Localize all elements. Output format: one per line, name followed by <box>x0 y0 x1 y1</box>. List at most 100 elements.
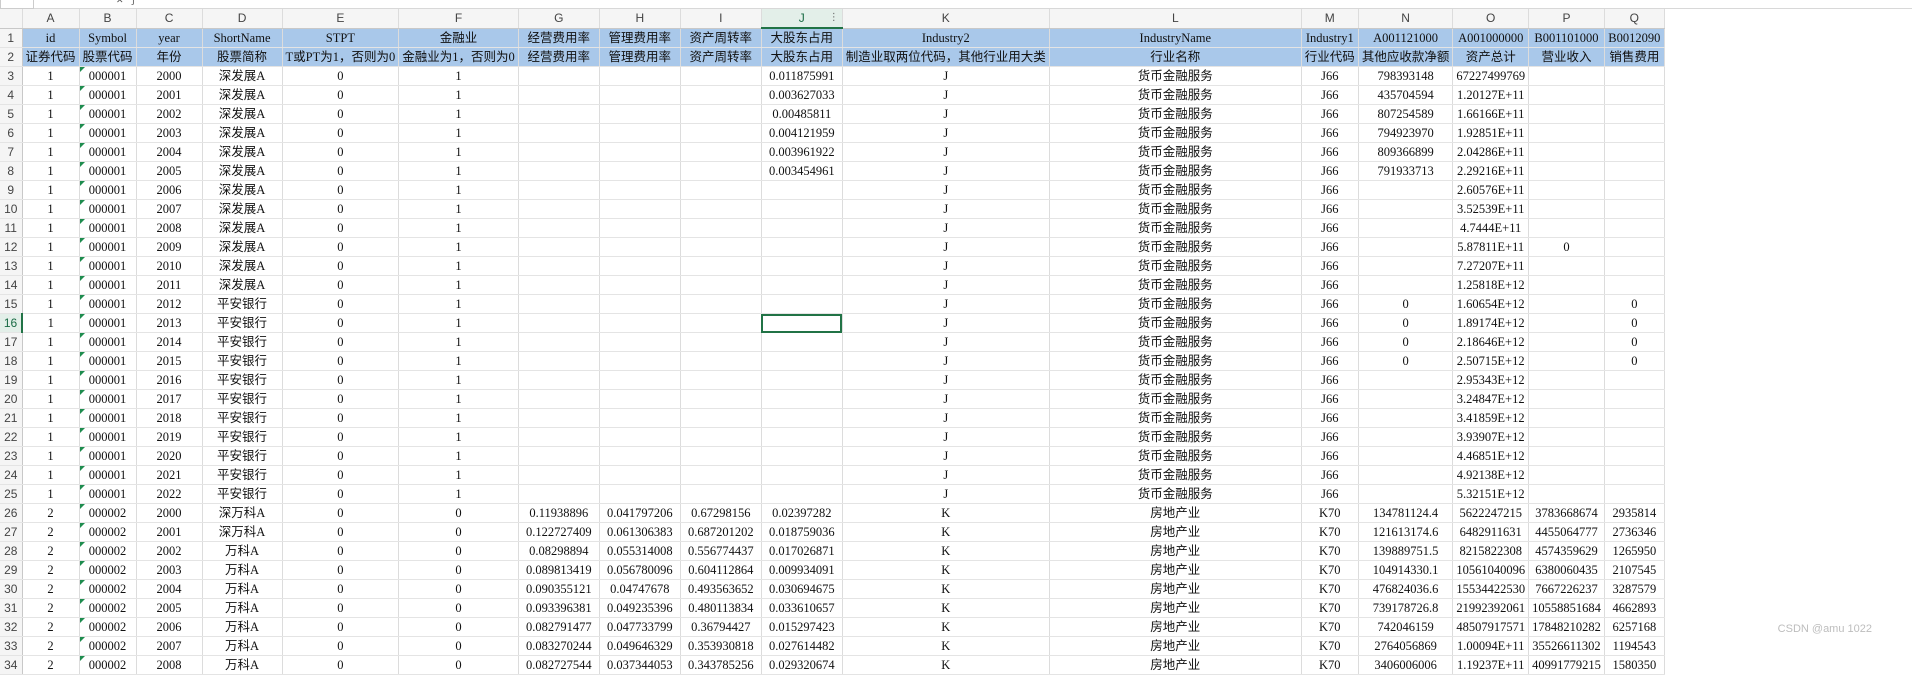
row-number[interactable]: 29 <box>0 560 23 580</box>
cell-J16[interactable] <box>761 313 843 333</box>
cell-O13[interactable]: 7.27207E+11 <box>1452 256 1530 276</box>
cell-B28[interactable]: 000002 <box>79 541 137 561</box>
cell-H26[interactable]: 0.041797206 <box>599 503 681 523</box>
cell-P34[interactable]: 40991779215 <box>1528 655 1605 675</box>
cell-P16[interactable] <box>1528 313 1605 333</box>
cell-L14[interactable]: 货币金融服务 <box>1049 275 1302 295</box>
cell-I14[interactable] <box>680 275 762 295</box>
cell-P30[interactable]: 7667226237 <box>1528 579 1605 599</box>
cell-M30[interactable]: K70 <box>1301 579 1359 599</box>
cell-H23[interactable] <box>599 446 681 466</box>
cell-D34[interactable]: 万科A <box>202 655 283 675</box>
cell-D30[interactable]: 万科A <box>202 579 283 599</box>
cell-L15[interactable]: 货币金融服务 <box>1049 294 1302 314</box>
cell-C21[interactable]: 2018 <box>136 408 203 428</box>
cell-E21[interactable]: 0 <box>282 408 400 428</box>
cell-N22[interactable] <box>1358 427 1454 447</box>
cell-I18[interactable] <box>680 351 762 371</box>
cell-P14[interactable] <box>1528 275 1605 295</box>
cell-D10[interactable]: 深发展A <box>202 199 283 219</box>
cell-J2[interactable]: 大股东占用 <box>761 47 843 67</box>
cell-I32[interactable]: 0.36794427 <box>680 617 762 637</box>
cell-B26[interactable]: 000002 <box>79 503 137 523</box>
cell-K15[interactable]: J <box>842 294 1050 314</box>
cell-L9[interactable]: 货币金融服务 <box>1049 180 1302 200</box>
cell-A14[interactable]: 1 <box>22 275 80 295</box>
cell-L29[interactable]: 房地产业 <box>1049 560 1302 580</box>
cell-P32[interactable]: 17848210282 <box>1528 617 1605 637</box>
row-number[interactable]: 16 <box>0 313 23 333</box>
cell-M29[interactable]: K70 <box>1301 560 1359 580</box>
row-number[interactable]: 7 <box>0 142 23 162</box>
cell-N26[interactable]: 134781124.4 <box>1358 503 1454 523</box>
cell-N4[interactable]: 435704594 <box>1358 85 1454 105</box>
cell-B18[interactable]: 000001 <box>79 351 137 371</box>
cell-O23[interactable]: 4.46851E+12 <box>1452 446 1530 466</box>
cell-L11[interactable]: 货币金融服务 <box>1049 218 1302 238</box>
cell-G33[interactable]: 0.083270244 <box>518 636 600 656</box>
cell-N16[interactable]: 0 <box>1358 313 1454 333</box>
cell-J25[interactable] <box>761 484 843 504</box>
cell-Q18[interactable]: 0 <box>1604 351 1665 371</box>
cell-L7[interactable]: 货币金融服务 <box>1049 142 1302 162</box>
cell-Q16[interactable]: 0 <box>1604 313 1665 333</box>
cell-D4[interactable]: 深发展A <box>202 85 283 105</box>
cell-N32[interactable]: 742046159 <box>1358 617 1454 637</box>
cell-O16[interactable]: 1.89174E+12 <box>1452 313 1530 333</box>
select-all-corner[interactable] <box>0 9 23 29</box>
cell-L28[interactable]: 房地产业 <box>1049 541 1302 561</box>
cell-N3[interactable]: 798393148 <box>1358 66 1454 86</box>
cell-K13[interactable]: J <box>842 256 1050 276</box>
cell-A11[interactable]: 1 <box>22 218 80 238</box>
name-box[interactable] <box>0 0 34 9</box>
cell-Q32[interactable]: 6257168 <box>1604 617 1665 637</box>
cell-G13[interactable] <box>518 256 600 276</box>
cell-C5[interactable]: 2002 <box>136 104 203 124</box>
cell-A12[interactable]: 1 <box>22 237 80 257</box>
cell-H3[interactable] <box>599 66 681 86</box>
cell-B32[interactable]: 000002 <box>79 617 137 637</box>
row-number[interactable]: 9 <box>0 180 23 200</box>
column-header-F[interactable]: F <box>398 9 519 29</box>
cell-H16[interactable] <box>599 313 681 333</box>
cell-N19[interactable] <box>1358 370 1454 390</box>
cell-M3[interactable]: J66 <box>1301 66 1359 86</box>
cell-I8[interactable] <box>680 161 762 181</box>
cell-O12[interactable]: 5.87811E+11 <box>1452 237 1530 257</box>
cell-M11[interactable]: J66 <box>1301 218 1359 238</box>
cell-L6[interactable]: 货币金融服务 <box>1049 123 1302 143</box>
cell-P25[interactable] <box>1528 484 1605 504</box>
cell-O1[interactable]: A001000000 <box>1452 28 1530 48</box>
cell-H18[interactable] <box>599 351 681 371</box>
row-number[interactable]: 27 <box>0 522 23 542</box>
cell-C25[interactable]: 2022 <box>136 484 203 504</box>
cell-P19[interactable] <box>1528 370 1605 390</box>
cell-K8[interactable]: J <box>842 161 1050 181</box>
cell-B10[interactable]: 000001 <box>79 199 137 219</box>
cell-D29[interactable]: 万科A <box>202 560 283 580</box>
column-header-Q[interactable]: Q <box>1604 9 1665 29</box>
cell-N6[interactable]: 794923970 <box>1358 123 1454 143</box>
cell-O6[interactable]: 1.92851E+11 <box>1452 123 1530 143</box>
cell-O5[interactable]: 1.66166E+11 <box>1452 104 1530 124</box>
cell-O21[interactable]: 3.41859E+12 <box>1452 408 1530 428</box>
cell-J5[interactable]: 0.00485811 <box>761 104 843 124</box>
cell-P33[interactable]: 35526611302 <box>1528 636 1605 656</box>
cell-L5[interactable]: 货币金融服务 <box>1049 104 1302 124</box>
row-number[interactable]: 3 <box>0 66 23 86</box>
cell-L34[interactable]: 房地产业 <box>1049 655 1302 675</box>
cell-P8[interactable] <box>1528 161 1605 181</box>
cell-E3[interactable]: 0 <box>282 66 400 86</box>
cell-M22[interactable]: J66 <box>1301 427 1359 447</box>
cell-C10[interactable]: 2007 <box>136 199 203 219</box>
row-number[interactable]: 24 <box>0 465 23 485</box>
cell-E13[interactable]: 0 <box>282 256 400 276</box>
cell-Q34[interactable]: 1580350 <box>1604 655 1665 675</box>
cell-A17[interactable]: 1 <box>22 332 80 352</box>
cell-F33[interactable]: 0 <box>398 636 519 656</box>
cell-J8[interactable]: 0.003454961 <box>761 161 843 181</box>
cell-L24[interactable]: 货币金融服务 <box>1049 465 1302 485</box>
cell-J29[interactable]: 0.009934091 <box>761 560 843 580</box>
cell-L23[interactable]: 货币金融服务 <box>1049 446 1302 466</box>
cell-C8[interactable]: 2005 <box>136 161 203 181</box>
